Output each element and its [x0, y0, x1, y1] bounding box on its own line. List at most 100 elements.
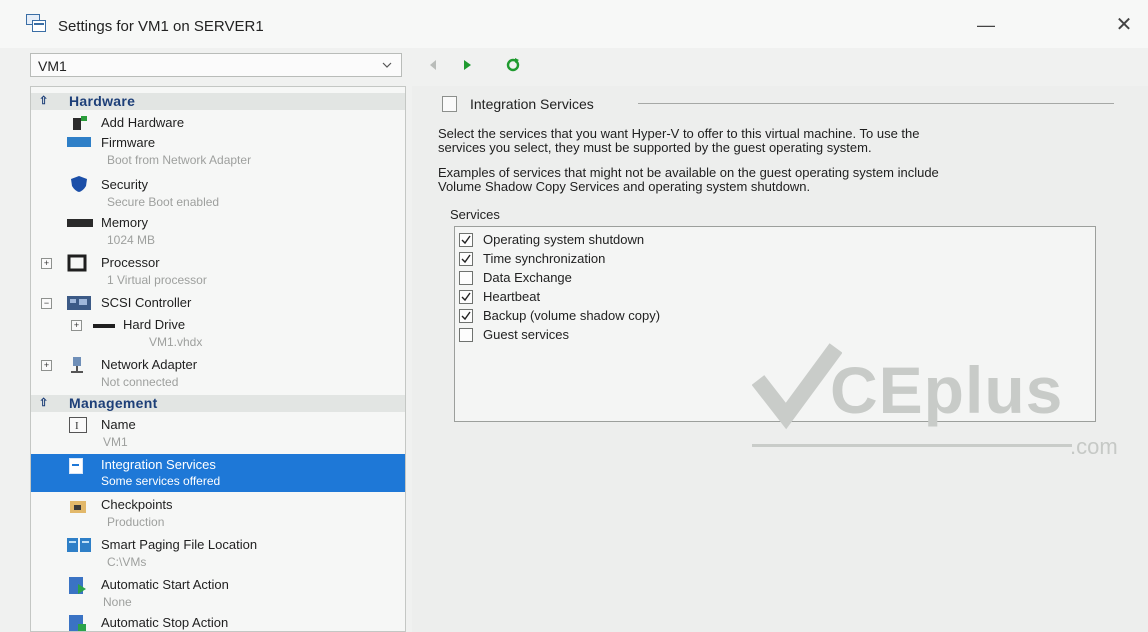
section-label: Hardware: [69, 93, 136, 109]
checkpoints-icon: [70, 501, 86, 513]
name-icon: I: [69, 417, 87, 433]
memory-icon: [67, 219, 93, 227]
sidebar-item-smart-paging[interactable]: Smart Paging File Location C:\VMs: [31, 535, 405, 573]
sidebar-item-hard-drive[interactable]: + Hard Drive VM1.vhdx: [31, 315, 405, 353]
vm-dropdown[interactable]: VM1: [30, 53, 402, 77]
sidebar-item-label: Checkpoints: [101, 497, 173, 512]
sidebar-item-sub: VM1: [103, 435, 128, 449]
processor-icon: [67, 254, 87, 272]
sidebar-item-add-hardware[interactable]: Add Hardware: [31, 113, 405, 133]
service-label: Time synchronization: [483, 251, 606, 266]
add-hardware-icon: [73, 116, 87, 130]
sidebar-item-sub: Production: [107, 515, 165, 529]
collapse-icon: ⇧: [39, 397, 49, 409]
integration-services-icon: [442, 96, 457, 112]
smart-paging-icon: [67, 538, 91, 552]
sidebar-item-sub: Boot from Network Adapter: [107, 153, 252, 167]
minimize-button[interactable]: —: [966, 10, 1006, 40]
section-management[interactable]: ⇧ Management: [31, 395, 405, 412]
checkbox[interactable]: [459, 290, 473, 304]
network-adapter-icon: [71, 357, 83, 373]
service-label: Guest services: [483, 327, 569, 342]
checkbox[interactable]: [459, 309, 473, 323]
scsi-controller-icon: [67, 296, 91, 310]
window-title: Settings for VM1 on SERVER1: [58, 18, 264, 35]
service-label: Data Exchange: [483, 270, 572, 285]
service-label: Operating system shutdown: [483, 232, 645, 247]
collapse-icon[interactable]: −: [41, 298, 52, 309]
checkmark-icon: [461, 235, 471, 245]
services-label: Services: [450, 207, 500, 222]
sidebar-item-label: Automatic Stop Action: [101, 615, 229, 630]
section-label: Management: [69, 395, 158, 411]
firmware-icon: [67, 137, 91, 147]
examples-line-1: Examples of services that might not be a…: [438, 165, 939, 180]
sidebar-item-label: Integration Services: [101, 457, 216, 472]
examples-line-2: Volume Shadow Copy Services and operatin…: [438, 179, 811, 194]
play-icon[interactable]: [458, 57, 476, 73]
checkbox[interactable]: [459, 328, 473, 342]
collapse-icon: ⇧: [39, 95, 49, 107]
sidebar-item-label: Memory: [101, 215, 148, 230]
settings-window-icon: [26, 14, 46, 32]
sidebar-item-memory[interactable]: Memory 1024 MB: [31, 213, 405, 251]
integration-services-icon: [69, 458, 83, 474]
sidebar-item-firmware[interactable]: Firmware Boot from Network Adapter: [31, 133, 405, 171]
sidebar-item-label: Add Hardware: [101, 115, 185, 130]
sidebar-item-sub: None: [103, 595, 132, 609]
description-line-1: Select the services that you want Hyper-…: [438, 126, 920, 141]
details-pane: Integration Services Select the services…: [412, 86, 1148, 632]
start-action-icon: [69, 577, 86, 594]
sidebar-item-security[interactable]: Security Secure Boot enabled: [31, 173, 405, 211]
sidebar-item-name[interactable]: I Name VM1: [31, 415, 405, 453]
checkmark-icon: [461, 254, 471, 264]
sidebar-item-integration-services[interactable]: Integration Services Some services offer…: [31, 454, 405, 492]
sidebar-item-scsi-controller[interactable]: − SCSI Controller: [31, 293, 405, 313]
sidebar-item-automatic-start-action[interactable]: Automatic Start Action None: [31, 575, 405, 613]
sidebar-item-label: Smart Paging File Location: [101, 537, 258, 552]
hard-drive-icon: [93, 324, 115, 328]
group-divider: [638, 103, 1114, 104]
services-list: Operating system shutdown Time synchroni…: [454, 226, 1096, 422]
sidebar-item-sub: 1024 MB: [107, 233, 156, 247]
sidebar-item-sub: C:\VMs: [107, 555, 147, 569]
sidebar-item-sub: Not connected: [101, 375, 179, 389]
sidebar-item-sub: Secure Boot enabled: [107, 195, 220, 209]
sidebar-item-processor[interactable]: + Processor 1 Virtual processor: [31, 253, 405, 291]
sidebar-item-sub: Some services offered: [101, 474, 221, 488]
sidebar-item-label: Network Adapter: [101, 357, 198, 372]
checkbox[interactable]: [459, 233, 473, 247]
checkbox[interactable]: [459, 252, 473, 266]
vm-dropdown-value: VM1: [38, 58, 67, 74]
expand-icon[interactable]: +: [41, 360, 52, 371]
checkbox[interactable]: [459, 271, 473, 285]
expand-icon[interactable]: +: [71, 320, 82, 331]
sidebar-item-checkpoints[interactable]: Checkpoints Production: [31, 495, 405, 533]
settings-sidebar: ⇧ Hardware Add Hardware Firmware Boot fr…: [30, 86, 406, 632]
service-label: Backup (volume shadow copy): [483, 308, 661, 323]
sidebar-item-automatic-stop-action[interactable]: Automatic Stop Action: [31, 613, 405, 631]
title-bar: Settings for VM1 on SERVER1 — ✕: [0, 0, 1148, 48]
group-title: Integration Services: [470, 96, 594, 112]
refresh-icon[interactable]: [504, 57, 522, 73]
sidebar-item-label: Name: [101, 417, 136, 432]
sidebar-item-network-adapter[interactable]: + Network Adapter Not connected: [31, 355, 405, 393]
sidebar-item-label: Hard Drive: [123, 317, 186, 332]
section-hardware[interactable]: ⇧ Hardware: [31, 93, 405, 110]
sidebar-item-sub: VM1.vhdx: [149, 335, 203, 349]
sidebar-item-label: Processor: [101, 255, 160, 270]
sidebar-item-label: Security: [101, 177, 148, 192]
checkmark-icon: [461, 311, 471, 321]
back-arrow-icon[interactable]: [424, 57, 442, 73]
expand-icon[interactable]: +: [41, 258, 52, 269]
sidebar-item-label: Automatic Start Action: [101, 577, 229, 592]
sidebar-item-sub: 1 Virtual processor: [107, 273, 207, 287]
sidebar-item-label: Firmware: [101, 135, 156, 150]
close-button[interactable]: ✕: [1104, 10, 1144, 40]
service-label: Heartbeat: [483, 289, 541, 304]
description-line-2: services you select, they must be suppor…: [438, 140, 872, 155]
checkmark-icon: [461, 292, 471, 302]
shield-icon: [71, 176, 87, 192]
stop-action-icon: [69, 615, 86, 631]
svg-text:I: I: [75, 420, 79, 432]
